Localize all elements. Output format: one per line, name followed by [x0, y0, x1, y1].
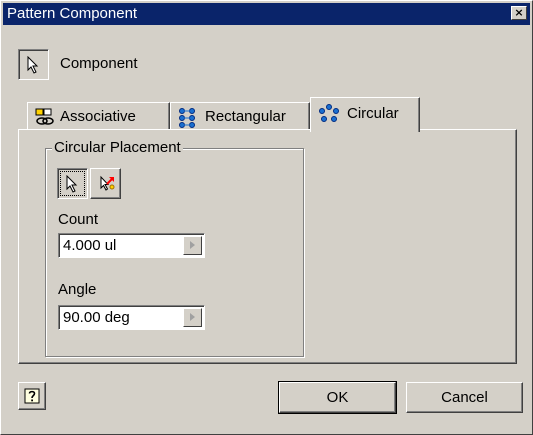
tab-circular-label: Circular: [347, 105, 399, 122]
angle-value: 90.00 deg: [63, 309, 130, 326]
select-arrow-icon: [27, 56, 39, 74]
close-icon: ×: [514, 6, 524, 19]
tab-rectangular-label: Rectangular: [205, 108, 286, 125]
tab-associative[interactable]: Associative: [27, 102, 170, 129]
associative-pattern-icon: [35, 108, 54, 125]
circular-placement-group: Circular Placement Count 4.000 ul Angle …: [45, 139, 304, 357]
pattern-component-dialog: Pattern Component × Component Associativ…: [0, 0, 533, 435]
tab-circular[interactable]: Circular: [310, 97, 420, 132]
flip-direction-button[interactable]: [90, 168, 121, 199]
help-icon: [24, 388, 40, 404]
close-button[interactable]: ×: [511, 6, 527, 20]
title-bar[interactable]: Pattern Component ×: [3, 3, 530, 25]
count-arrow-button[interactable]: [183, 236, 202, 255]
ok-button[interactable]: OK: [278, 381, 397, 414]
tab-rectangular[interactable]: Rectangular: [170, 102, 310, 129]
angle-input[interactable]: 90.00 deg: [58, 305, 205, 330]
select-axis-button[interactable]: [57, 168, 88, 199]
tab-associative-label: Associative: [60, 108, 136, 125]
count-value: 4.000 ul: [63, 237, 117, 254]
angle-label: Angle: [58, 281, 97, 298]
rectangular-pattern-icon: [179, 108, 195, 128]
component-select-button[interactable]: [18, 49, 49, 80]
angle-arrow-button[interactable]: [183, 308, 202, 327]
count-input[interactable]: 4.000 ul: [58, 233, 205, 258]
window-title: Pattern Component: [7, 5, 138, 22]
circular-pattern-icon: [319, 104, 339, 122]
circular-tab-panel: Circular Placement Count 4.000 ul Angle …: [18, 129, 517, 364]
select-arrow-icon: [66, 175, 78, 193]
count-label: Count: [58, 211, 99, 228]
component-label: Component: [60, 55, 138, 72]
cancel-button[interactable]: Cancel: [406, 382, 523, 413]
circular-placement-title: Circular Placement: [52, 139, 183, 156]
flip-direction-icon: [100, 175, 115, 191]
help-button[interactable]: [18, 382, 46, 410]
